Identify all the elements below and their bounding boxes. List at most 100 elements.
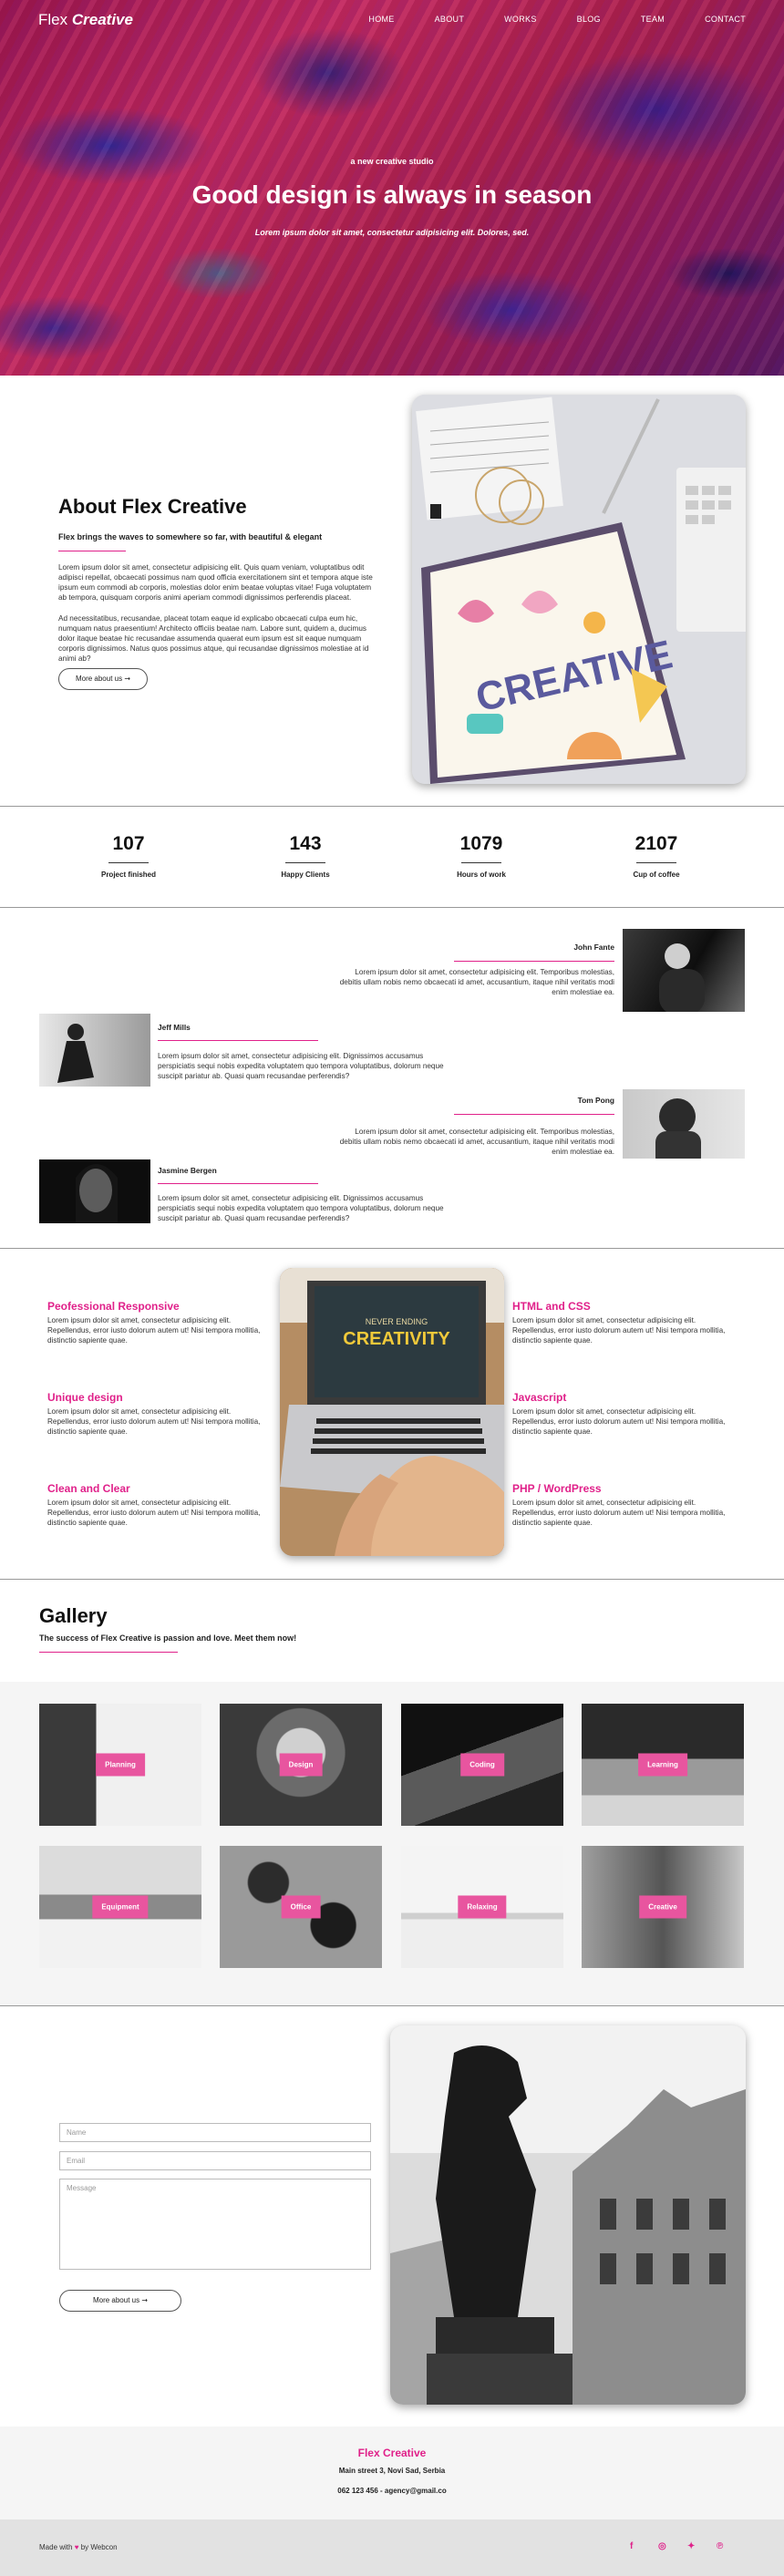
made-with-pre: Made with bbox=[39, 2543, 73, 2551]
team-photo-jasmine bbox=[39, 1159, 150, 1223]
made-with: Made with ♥ by Webcon bbox=[39, 2543, 118, 2551]
nav-blog[interactable]: BLOG bbox=[577, 15, 601, 24]
about-lead: Flex brings the waves to somewhere so fa… bbox=[58, 532, 323, 541]
feature-text: Lorem ipsum dolor sit amet, consectetur … bbox=[512, 1407, 726, 1436]
footer-address: Main street 3, Novi Sad, Serbia bbox=[338, 2467, 446, 2475]
laptop-line1: NEVER ENDING bbox=[366, 1317, 428, 1326]
name-input[interactable]: Name bbox=[59, 2123, 371, 2142]
team-divider bbox=[454, 1114, 614, 1115]
gallery-divider bbox=[39, 1652, 178, 1653]
divider bbox=[0, 806, 784, 807]
gallery-title: Gallery bbox=[39, 1604, 108, 1627]
about-paragraph-1: Lorem ipsum dolor sit amet, consectetur … bbox=[58, 563, 373, 602]
stat-label: Project finished bbox=[100, 871, 156, 879]
feature-heading: Unique design bbox=[47, 1391, 123, 1404]
team-photo-john bbox=[623, 929, 745, 1012]
gallery-subtitle: The success of Flex Creative is passion … bbox=[39, 1633, 297, 1643]
gallery-label: Relaxing bbox=[458, 1895, 507, 1919]
gallery-label: Learning bbox=[638, 1753, 687, 1777]
email-input[interactable]: Email bbox=[59, 2151, 371, 2170]
about-image: CREATIVE bbox=[412, 395, 746, 784]
instagram-icon[interactable]: ◎ bbox=[658, 2541, 666, 2551]
main-nav: HOME ABOUT WORKS BLOG TEAM CONTACT bbox=[328, 15, 746, 24]
message-textarea[interactable]: Message bbox=[59, 2179, 371, 2270]
hero-kicker: a new creative studio bbox=[350, 157, 434, 166]
divider bbox=[0, 1579, 784, 1580]
team-divider bbox=[158, 1183, 318, 1184]
nav-home[interactable]: HOME bbox=[368, 15, 394, 24]
team-photo-jeff bbox=[39, 1014, 150, 1087]
feature-text: Lorem ipsum dolor sit amet, consectetur … bbox=[47, 1407, 261, 1436]
nav-contact[interactable]: CONTACT bbox=[705, 15, 746, 24]
gallery-label: Coding bbox=[460, 1753, 504, 1777]
gallery-grid: Planning Design Coding Learning Equipmen… bbox=[0, 1682, 784, 2005]
feature-text: Lorem ipsum dolor sit amet, consectetur … bbox=[47, 1499, 261, 1527]
gallery-item-coding[interactable]: Coding bbox=[401, 1704, 563, 1826]
team-name-john: John Fante bbox=[573, 943, 614, 952]
feature-text: Lorem ipsum dolor sit amet, consectetur … bbox=[47, 1316, 261, 1345]
stat-value: 1079 bbox=[459, 833, 503, 854]
divider bbox=[0, 1248, 784, 1249]
gallery-label: Planning bbox=[96, 1753, 145, 1777]
contact-submit-button[interactable]: More about us ➞ bbox=[59, 2290, 181, 2312]
gallery-item-equipment[interactable]: Equipment bbox=[39, 1846, 201, 1968]
team-name-jeff: Jeff Mills bbox=[158, 1023, 191, 1032]
team-name-jasmine: Jasmine Bergen bbox=[158, 1166, 217, 1175]
facebook-icon[interactable]: f bbox=[630, 2541, 633, 2551]
gallery-item-office[interactable]: Office bbox=[220, 1846, 382, 1968]
gallery-label: Creative bbox=[639, 1895, 686, 1919]
feature-text: Lorem ipsum dolor sit amet, consectetur … bbox=[512, 1499, 726, 1527]
about-title: About Flex Creative bbox=[58, 495, 247, 518]
team-divider bbox=[454, 961, 614, 962]
gallery-item-learning[interactable]: Learning bbox=[582, 1704, 744, 1826]
gallery-label: Office bbox=[281, 1895, 321, 1919]
gallery-label: Equipment bbox=[92, 1895, 149, 1919]
stat-value: 2107 bbox=[634, 833, 678, 854]
feature-heading: Peofessional Responsive bbox=[47, 1300, 180, 1313]
brand-logo[interactable]: Flex Creative bbox=[38, 11, 133, 29]
gallery-label: Design bbox=[279, 1753, 323, 1777]
about-more-button[interactable]: More about us ➞ bbox=[58, 668, 148, 690]
nav-about[interactable]: ABOUT bbox=[435, 15, 465, 24]
feature-heading: HTML and CSS bbox=[512, 1300, 591, 1313]
team-name-tom: Tom Pong bbox=[577, 1096, 614, 1105]
laptop-image: NEVER ENDING CREATIVITY bbox=[280, 1268, 504, 1556]
hero-title: Good design is always in season bbox=[191, 180, 593, 209]
made-with-post: by Webcon bbox=[80, 2543, 118, 2551]
heart-icon: ♥ bbox=[74, 2543, 79, 2551]
stat-hours: 1079 Hours of work bbox=[418, 833, 545, 879]
gallery-item-design[interactable]: Design bbox=[220, 1704, 382, 1826]
statue-image bbox=[390, 2025, 746, 2405]
pinterest-icon[interactable]: ℗ bbox=[717, 2541, 723, 2551]
team-divider bbox=[158, 1040, 318, 1041]
divider bbox=[0, 907, 784, 908]
gallery-item-planning[interactable]: Planning bbox=[39, 1704, 201, 1826]
stat-value: 107 bbox=[112, 833, 145, 854]
twitter-icon[interactable]: ✦ bbox=[687, 2541, 695, 2551]
team-text-jasmine: Lorem ipsum dolor sit amet, consectetur … bbox=[158, 1194, 444, 1222]
team-photo-tom bbox=[623, 1089, 745, 1159]
stat-label: Cup of coffee bbox=[633, 871, 680, 879]
feature-heading: Clean and Clear bbox=[47, 1482, 130, 1495]
gallery-item-relaxing[interactable]: Relaxing bbox=[401, 1846, 563, 1968]
stat-projects: 107 Project finished bbox=[65, 833, 192, 879]
stat-value: 143 bbox=[289, 833, 322, 854]
team-text-jeff: Lorem ipsum dolor sit amet, consectetur … bbox=[158, 1052, 444, 1080]
divider bbox=[0, 2005, 784, 2006]
gallery-item-creative[interactable]: Creative bbox=[582, 1846, 744, 1968]
footer-brand[interactable]: Flex Creative bbox=[0, 2447, 784, 2459]
feature-heading: PHP / WordPress bbox=[512, 1482, 602, 1495]
nav-works[interactable]: WORKS bbox=[504, 15, 537, 24]
stat-clients: 143 Happy Clients bbox=[242, 833, 369, 879]
footer-contact: 062 123 456 - agency@gmail.co bbox=[337, 2487, 447, 2495]
feature-heading: Javascript bbox=[512, 1391, 567, 1404]
team-text-tom: Lorem ipsum dolor sit amet, consectetur … bbox=[339, 1128, 614, 1156]
stat-label: Hours of work bbox=[457, 871, 506, 879]
team-text-john: Lorem ipsum dolor sit amet, consectetur … bbox=[339, 968, 614, 996]
nav-team[interactable]: TEAM bbox=[641, 15, 665, 24]
hero-section: Flex Creative HOME ABOUT WORKS BLOG TEAM… bbox=[0, 0, 784, 376]
stat-label: Happy Clients bbox=[281, 871, 330, 879]
laptop-line2: CREATIVITY bbox=[343, 1329, 450, 1349]
feature-text: Lorem ipsum dolor sit amet, consectetur … bbox=[512, 1316, 726, 1345]
stat-coffee: 2107 Cup of coffee bbox=[593, 833, 720, 879]
